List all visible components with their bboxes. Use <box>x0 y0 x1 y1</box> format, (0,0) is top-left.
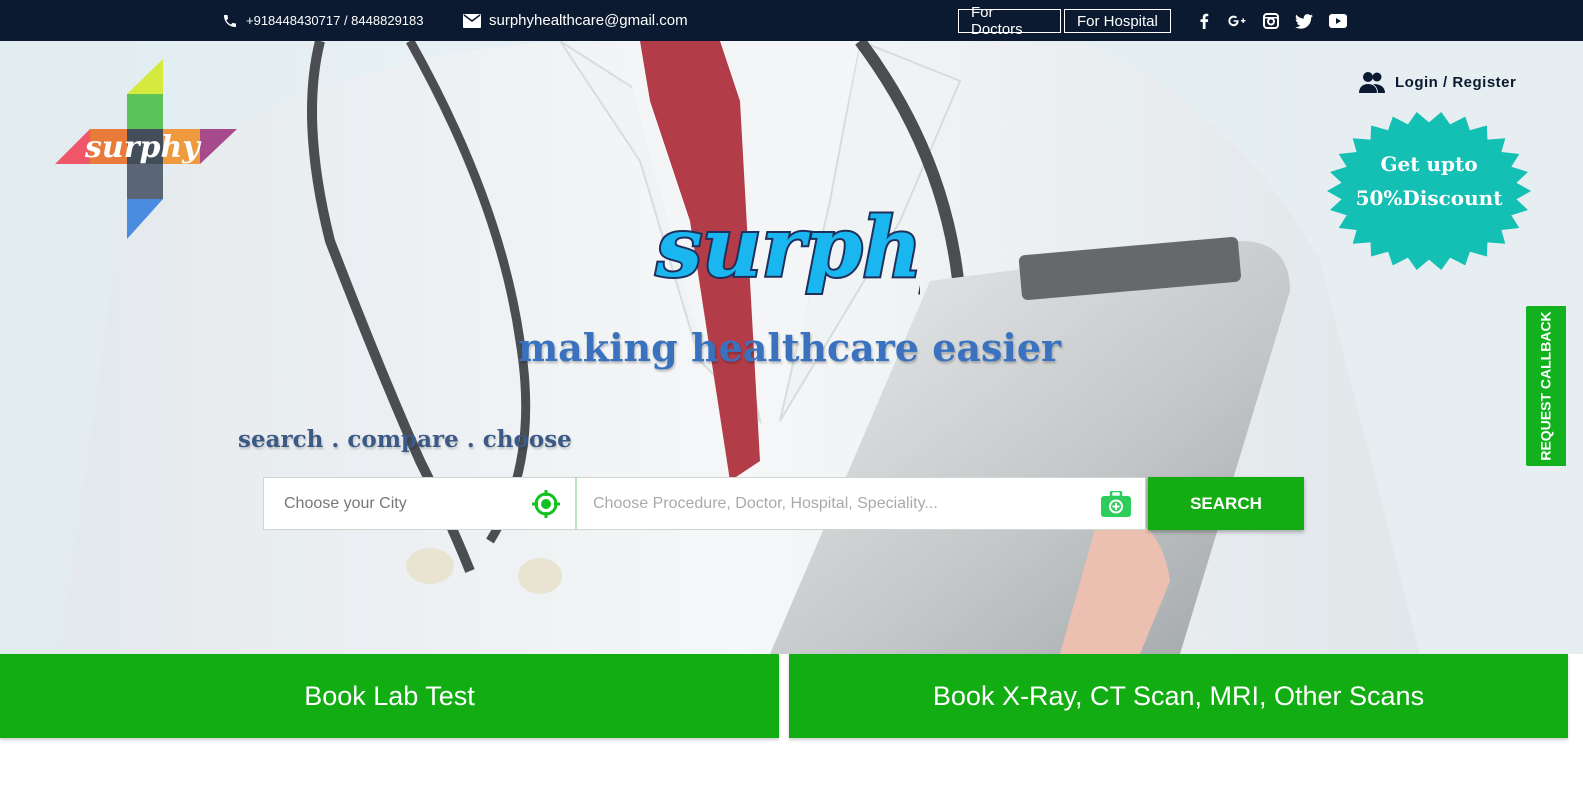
tagline-text: making healthcare easier <box>517 325 1062 370</box>
login-register-link[interactable]: Login / Register <box>1359 71 1516 93</box>
google-plus-icon[interactable] <box>1228 12 1246 30</box>
top-bar: +918448430717 / 8448829183 surphyhealthc… <box>0 0 1583 41</box>
youtube-icon[interactable] <box>1329 12 1347 30</box>
phone-icon <box>224 14 236 27</box>
discount-line-2: 50%Discount <box>1355 186 1503 210</box>
medical-kit-icon <box>1101 490 1131 517</box>
facebook-icon[interactable] <box>1195 12 1213 30</box>
phone-contact[interactable]: +918448430717 / 8448829183 <box>222 0 424 41</box>
city-placeholder: Choose your City <box>284 494 407 512</box>
search-button[interactable]: SEARCH <box>1148 477 1304 530</box>
for-hospital-link[interactable]: For Hospital <box>1064 9 1171 33</box>
hero-banner: surphy Login / Register Get upto 50%Disc… <box>0 41 1583 654</box>
search-bar: Choose your City Choose Procedure, Docto… <box>263 477 1304 530</box>
phone-number: +918448430717 / 8448829183 <box>246 13 424 28</box>
book-scans-button[interactable]: Book X-Ray, CT Scan, MRI, Other Scans <box>789 654 1568 738</box>
email-contact[interactable]: surphyhealthcare@gmail.com <box>463 0 688 41</box>
for-doctors-link[interactable]: For Doctors <box>958 4 1061 38</box>
tagline: making healthcare easier <box>0 325 1583 370</box>
discount-text[interactable]: Get upto 50%Discount <box>1327 147 1531 215</box>
procedure-placeholder: Choose Procedure, Doctor, Hospital, Spec… <box>593 494 938 512</box>
brand-text-outline: surphy <box>655 200 920 296</box>
mail-icon <box>463 13 481 28</box>
locate-icon[interactable] <box>531 489 561 519</box>
discount-line-1: Get upto <box>1380 152 1478 176</box>
instagram-icon[interactable] <box>1262 12 1280 30</box>
subtagline: search . compare . choose <box>238 426 572 453</box>
login-register-label: Login / Register <box>1395 73 1517 91</box>
request-callback-label: REQUEST CALLBACK <box>1538 311 1554 461</box>
logo-text: surphy <box>84 130 202 165</box>
surphy-brand-logo: surphy <box>653 198 920 298</box>
users-icon <box>1359 72 1385 93</box>
procedure-search-input[interactable]: Choose Procedure, Doctor, Hospital, Spec… <box>576 477 1146 530</box>
email-address: surphyhealthcare@gmail.com <box>489 12 688 29</box>
surphy-logo[interactable]: surphy <box>55 59 240 244</box>
twitter-icon[interactable] <box>1295 12 1313 30</box>
book-lab-test-button[interactable]: Book Lab Test <box>0 654 779 738</box>
request-callback-tab[interactable]: REQUEST CALLBACK <box>1526 306 1566 466</box>
city-input[interactable]: Choose your City <box>263 477 576 530</box>
